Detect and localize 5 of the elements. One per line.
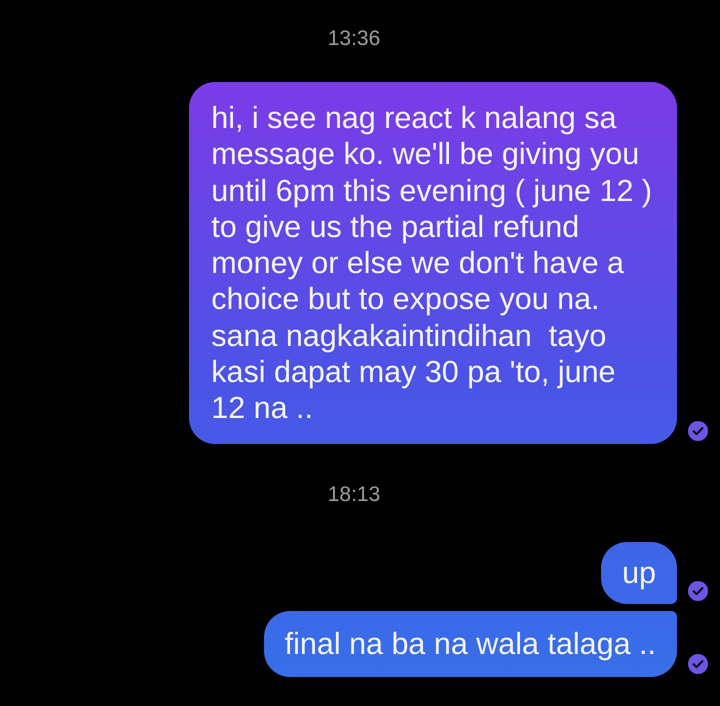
message-bubble: hi, i see nag react k nalang sa message ko. we'll be giving you until 6pm this evening ( june 12 ) to give us the partial refund money or else we don't have a choice but to expose you na. sana nagkakaintindihan tayo kasi dapat may 30 pa 'to, june 12 na .. [189, 82, 677, 444]
message-bubble: up [601, 542, 677, 604]
timestamp: 18:13 [328, 484, 380, 506]
timestamp: 13:36 [328, 28, 380, 50]
message-bubble: final na ba na wala talaga .. [264, 610, 677, 678]
